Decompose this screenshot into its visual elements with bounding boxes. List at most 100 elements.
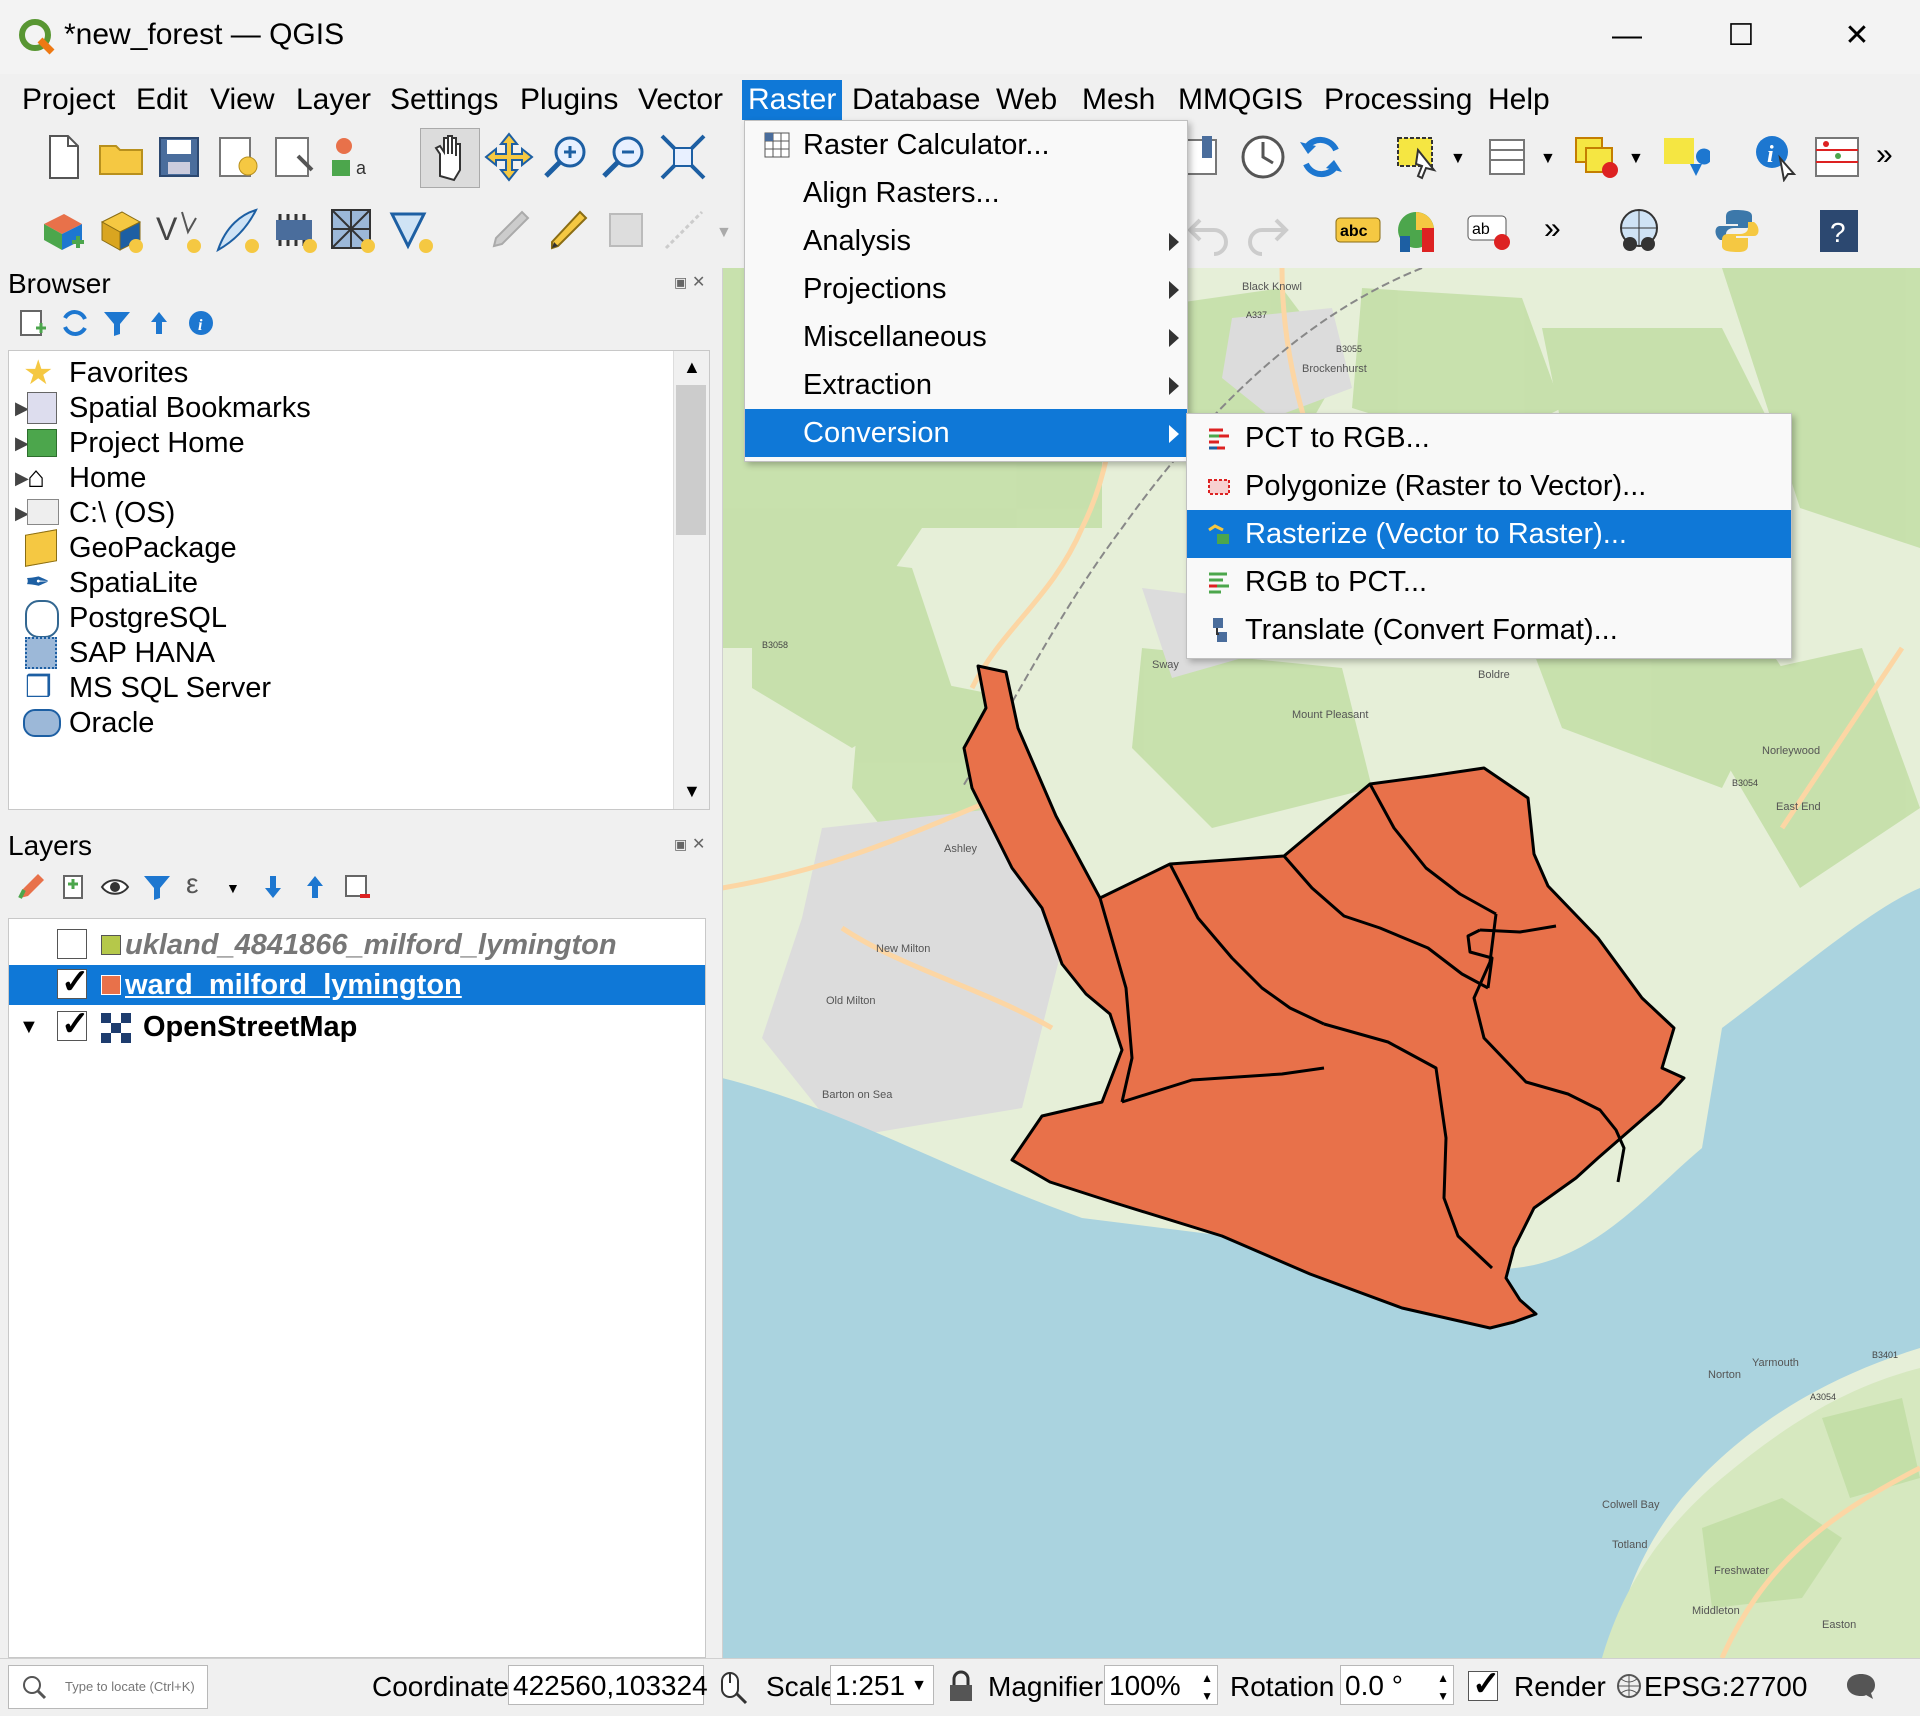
spin-down-icon[interactable]: ▼ — [1201, 1676, 1213, 1716]
browser-scrollbar[interactable]: ▲ ▼ — [673, 351, 709, 809]
deselect-dropdown-icon[interactable]: ▼ — [1628, 150, 1644, 168]
pan-to-selection-icon[interactable] — [484, 132, 534, 182]
add-selected-layers-icon[interactable] — [18, 308, 48, 338]
label-toolbar-icon[interactable]: ab — [1466, 206, 1516, 256]
new-temporary-layer-icon[interactable] — [270, 206, 320, 256]
expression-dropdown-icon[interactable]: ▼ — [226, 880, 240, 896]
layer-visibility-checkbox[interactable]: ✓ — [57, 1005, 90, 1043]
toolbar-overflow-icon[interactable]: » — [1876, 138, 1893, 172]
new-shapefile-icon[interactable]: V — [154, 206, 204, 256]
attribute-table-icon[interactable] — [1484, 132, 1534, 182]
minimize-button[interactable]: — — [1598, 10, 1656, 62]
deselect-icon[interactable] — [1572, 132, 1622, 182]
data-source-manager-icon[interactable] — [38, 206, 88, 256]
menu-item-extraction[interactable]: Extraction — [745, 361, 1187, 409]
new-geopackage-icon[interactable] — [96, 206, 146, 256]
toggle-editing-icon[interactable] — [544, 206, 594, 256]
panel-float-icon[interactable]: ▣ — [674, 274, 687, 291]
scale-combobox[interactable]: 1:251 ▼ — [830, 1665, 934, 1705]
select-dropdown-icon[interactable]: ▼ — [1450, 150, 1466, 168]
menu-item-translate[interactable]: Translate (Convert Format)... — [1187, 606, 1791, 654]
table-dropdown-icon[interactable]: ▼ — [1540, 150, 1556, 168]
close-button[interactable]: ✕ — [1828, 10, 1886, 62]
layout-manager-icon[interactable] — [270, 132, 320, 182]
menu-item-polygonize[interactable]: Polygonize (Raster to Vector)... — [1187, 462, 1791, 510]
scale-lock-icon[interactable] — [946, 1669, 976, 1703]
menu-mmqgis[interactable]: MMQGIS — [1172, 80, 1309, 120]
rotation-spinbox[interactable]: 0.0 ° ▲ ▼ — [1340, 1665, 1454, 1705]
menu-item-analysis[interactable]: Analysis — [745, 217, 1187, 265]
toolbar2-overflow-icon[interactable]: » — [1544, 212, 1561, 246]
toggle-extents-mouse-icon[interactable] — [714, 1669, 750, 1705]
coordinate-field[interactable]: 422560,103324 — [508, 1665, 708, 1705]
menu-settings[interactable]: Settings — [384, 80, 504, 120]
collapse-arrow-icon[interactable]: ▼ — [19, 1007, 39, 1047]
new-spatialite-icon[interactable] — [212, 206, 262, 256]
magnifier-spinbox[interactable]: 100% ▲ ▼ — [1104, 1665, 1218, 1705]
refresh-icon[interactable] — [1296, 132, 1346, 182]
label-icon[interactable]: abc — [1334, 206, 1384, 256]
collapse-all-icon[interactable] — [144, 308, 174, 338]
identify-features-icon[interactable]: i — [1752, 132, 1802, 182]
refresh-browser-icon[interactable] — [60, 308, 90, 338]
menu-item-rasterize[interactable]: Rasterize (Vector to Raster)... — [1187, 510, 1791, 558]
crs-label[interactable]: EPSG:27700 — [1644, 1671, 1807, 1703]
diagram-icon[interactable] — [1392, 206, 1442, 256]
properties-info-icon[interactable]: i — [186, 308, 216, 338]
temporal-controller-icon[interactable] — [1238, 132, 1288, 182]
menu-edit[interactable]: Edit — [130, 80, 194, 120]
panel-close-icon[interactable]: ✕ — [692, 272, 705, 292]
collapse-all-layers-icon[interactable] — [300, 872, 330, 902]
expand-all-icon[interactable] — [258, 872, 288, 902]
menu-item-projections[interactable]: Projections — [745, 265, 1187, 313]
browser-tree[interactable]: ▲ ▼ ★ Favorites ▶ Spatial Bookmarks ▶ Proje… — [8, 350, 710, 810]
statistics-icon[interactable] — [1812, 132, 1862, 182]
render-checkbox[interactable]: ✓ — [1468, 1665, 1501, 1703]
menu-vector[interactable]: Vector — [632, 80, 729, 120]
new-mesh-layer-icon[interactable] — [386, 206, 436, 256]
menu-database[interactable]: Database — [846, 80, 986, 120]
filter-browser-icon[interactable] — [102, 308, 132, 338]
layer-row-ukland[interactable]: ukland_4841866_milford_lymington — [9, 925, 705, 965]
layer-visibility-checkbox[interactable]: ✓ — [57, 963, 90, 1001]
messages-icon[interactable] — [1844, 1671, 1878, 1701]
scroll-down-icon[interactable]: ▼ — [683, 781, 701, 802]
open-layer-styling-icon[interactable] — [16, 872, 46, 902]
menu-project[interactable]: Project — [16, 80, 121, 120]
menu-processing[interactable]: Processing — [1318, 80, 1478, 120]
filter-by-expression-icon[interactable]: ε — [186, 868, 198, 900]
select-features-icon[interactable] — [1394, 132, 1444, 182]
maximize-button[interactable]: ☐ — [1712, 10, 1770, 62]
select-by-location-icon[interactable] — [1660, 132, 1710, 182]
pan-map-icon[interactable] — [424, 132, 474, 182]
add-group-icon[interactable] — [58, 872, 88, 902]
locator-search-input[interactable]: Type to locate (Ctrl+K) — [8, 1665, 208, 1709]
menu-item-pct-to-rgb[interactable]: PCT to RGB... — [1187, 414, 1791, 462]
open-project-icon[interactable] — [96, 132, 146, 182]
layer-visibility-checkbox[interactable] — [57, 929, 87, 959]
menu-mesh[interactable]: Mesh — [1076, 80, 1161, 120]
menu-view[interactable]: View — [204, 80, 280, 120]
menu-item-raster-calculator[interactable]: Raster Calculator... — [745, 121, 1187, 169]
menu-item-rgb-to-pct[interactable]: RGB to PCT... — [1187, 558, 1791, 606]
python-console-icon[interactable] — [1712, 206, 1762, 256]
layers-float-icon[interactable]: ▣ — [674, 836, 687, 853]
scrollbar-thumb[interactable] — [676, 385, 706, 535]
zoom-full-icon[interactable] — [658, 132, 708, 182]
spin-down-icon[interactable]: ▼ — [1437, 1676, 1449, 1716]
menu-web[interactable]: Web — [990, 80, 1063, 120]
zoom-in-icon[interactable] — [542, 132, 592, 182]
filter-legend-icon[interactable] — [142, 872, 172, 902]
menu-item-align-rasters[interactable]: Align Rasters... — [745, 169, 1187, 217]
crs-globe-icon[interactable] — [1616, 1673, 1642, 1699]
menu-plugins[interactable]: Plugins — [514, 80, 624, 120]
new-project-icon[interactable] — [38, 132, 88, 182]
menu-help[interactable]: Help — [1482, 80, 1556, 120]
layer-row-openstreetmap[interactable]: ▼ ✓ OpenStreetMap — [9, 1005, 705, 1047]
manage-visibility-icon[interactable] — [100, 872, 130, 902]
layer-row-ward[interactable]: ✓ ward_milford_lymington — [9, 963, 705, 1005]
zoom-out-icon[interactable] — [600, 132, 650, 182]
menu-item-miscellaneous[interactable]: Miscellaneous — [745, 313, 1187, 361]
style-manager-icon[interactable]: a — [326, 132, 376, 182]
new-virtual-layer-icon[interactable] — [328, 206, 378, 256]
